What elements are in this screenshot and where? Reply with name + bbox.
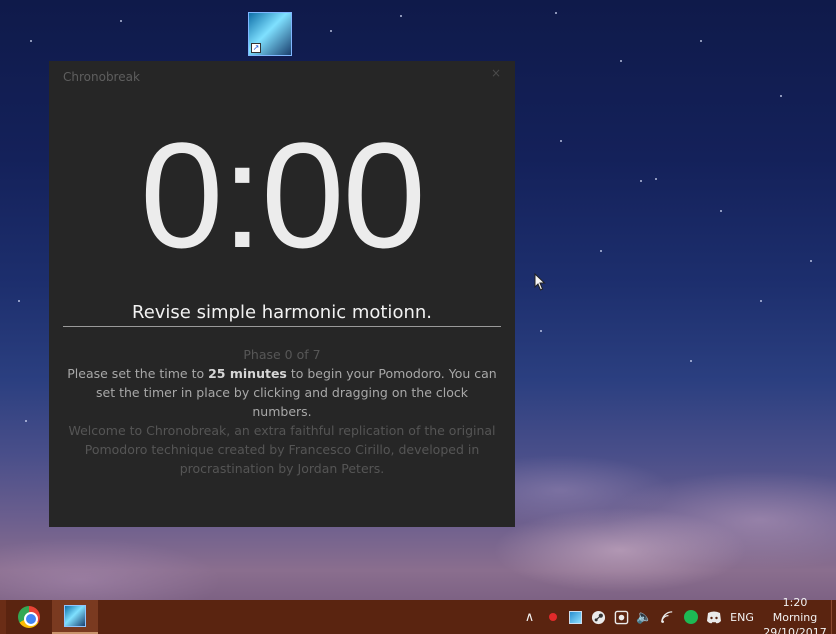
chronobreak-icon (64, 605, 86, 627)
mouse-cursor-icon (534, 273, 546, 291)
clock-time: 1:20 Morning (772, 595, 818, 624)
discord-icon[interactable] (702, 600, 725, 634)
instruction-duration: 25 minutes (208, 366, 287, 381)
task-input[interactable] (63, 299, 501, 327)
timer-display[interactable]: 0:00 (49, 115, 515, 275)
clock-date: 29/10/2017 (763, 625, 827, 634)
chronobreak-desktop-shortcut-icon[interactable]: ↗ (248, 12, 292, 56)
taskbar: ∧ 🔈 ENG 1:20 Morning 29/10/2017 (0, 596, 836, 634)
chronobreak-tray-icon[interactable] (564, 600, 587, 634)
shortcut-arrow-icon: ↗ (251, 43, 261, 53)
info-text: Phase 0 of 7 Please set the time to 25 m… (67, 345, 497, 478)
volume-icon[interactable]: 🔈 (633, 600, 656, 634)
taskbar-chronobreak-button[interactable] (52, 600, 98, 634)
welcome-text: Welcome to Chronobreak, an extra faithfu… (68, 423, 496, 476)
spotify-icon[interactable] (679, 600, 702, 634)
taskbar-chrome-button[interactable] (6, 600, 52, 634)
language-indicator[interactable]: ENG (725, 611, 759, 624)
show-desktop-button[interactable] (831, 600, 836, 634)
chrome-icon (18, 606, 40, 628)
phase-label: Phase 0 of 7 (243, 347, 321, 362)
wifi-icon[interactable] (656, 600, 679, 634)
close-icon[interactable]: × (489, 66, 503, 80)
settings-tray-icon[interactable] (610, 600, 633, 634)
chevron-up-icon[interactable]: ∧ (518, 600, 541, 634)
system-tray: ∧ 🔈 ENG 1:20 Morning 29/10/2017 (518, 596, 836, 634)
window-title: Chronobreak (63, 70, 140, 84)
instruction-text: Please set the time to 25 minutes to beg… (67, 364, 497, 421)
steam-icon[interactable] (587, 600, 610, 634)
chronobreak-window: Chronobreak × 0:00 Phase 0 of 7 Please s… (49, 61, 515, 527)
red-dot-icon[interactable] (541, 600, 564, 634)
instruction-pre: Please set the time to (67, 366, 209, 381)
taskbar-clock[interactable]: 1:20 Morning 29/10/2017 (759, 595, 831, 634)
